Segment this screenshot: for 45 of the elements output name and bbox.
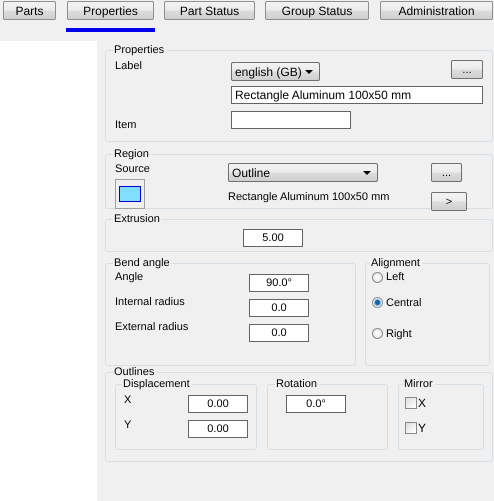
language-dropdown[interactable]: english (GB): [231, 62, 320, 81]
group-title: Rotation: [275, 378, 318, 390]
label-field[interactable]: Rectangle Aluminum 100x50 mm: [231, 86, 483, 104]
label-caption: Label: [115, 60, 143, 72]
next-button[interactable]: >: [431, 192, 467, 211]
rotation-field[interactable]: 0.0°: [286, 395, 346, 413]
field-label: Angle: [115, 270, 144, 283]
value-field[interactable]: 0.0: [249, 299, 309, 317]
tab[interactable]: Administration: [380, 1, 493, 20]
source-dropdown[interactable]: Outline: [228, 163, 378, 182]
value-field[interactable]: 90.0°: [249, 274, 309, 292]
group-title: Region: [113, 148, 150, 160]
region-description: Rectangle Aluminum 100x50 mm: [228, 191, 390, 203]
caret-icon: [363, 170, 371, 174]
value-field[interactable]: 0.00: [188, 420, 248, 438]
tab[interactable]: Group Status: [265, 1, 369, 20]
mirror-checkbox[interactable]: X: [405, 390, 475, 415]
field-label: External radius: [115, 320, 190, 333]
group-title: Bend angle: [113, 257, 171, 269]
tab[interactable]: Parts: [3, 1, 56, 20]
alignment-radio[interactable]: Central: [372, 287, 481, 318]
caret-icon: [305, 70, 313, 74]
group-title: Outlines: [113, 366, 156, 378]
alignment-radio[interactable]: Right: [372, 318, 481, 349]
item-caption: Item: [115, 118, 138, 131]
field-label: X: [124, 393, 132, 406]
item-field[interactable]: [231, 111, 351, 129]
more-button[interactable]: ...: [431, 163, 462, 182]
value-field[interactable]: 0.0: [249, 324, 309, 342]
tab[interactable]: Properties: [67, 1, 154, 20]
group-title: Displacement: [122, 378, 191, 390]
group-title: Alignment: [370, 257, 421, 269]
group-title: Properties: [113, 44, 166, 56]
alignment-radio[interactable]: Left: [372, 267, 481, 287]
source-caption: Source: [115, 163, 151, 175]
field-label: Internal radius: [115, 295, 186, 308]
more-button[interactable]: ...: [451, 60, 483, 79]
tab[interactable]: Part Status: [164, 1, 255, 20]
group-title: Extrusion: [113, 213, 161, 225]
rectangle-thumbnail: [115, 179, 145, 209]
extrusion-field[interactable]: 5.00: [243, 229, 303, 247]
group-title: Mirror: [403, 378, 434, 390]
mirror-checkbox[interactable]: Y: [405, 415, 475, 440]
value-field[interactable]: 0.00: [188, 395, 248, 413]
field-label: Y: [124, 418, 132, 431]
